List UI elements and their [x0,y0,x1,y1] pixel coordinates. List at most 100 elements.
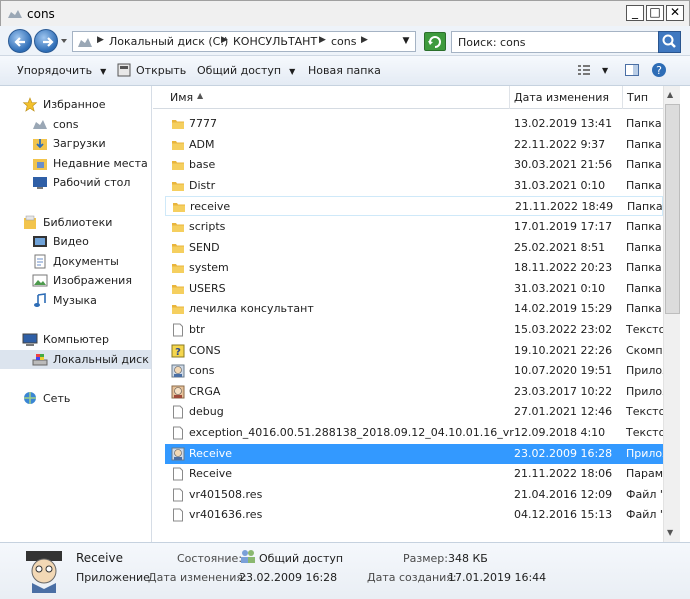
share-label: Общий доступ [197,64,282,77]
nav-network[interactable]: Сеть [0,389,151,408]
column-header-type[interactable]: Тип [623,86,663,109]
table-row[interactable]: USERS 31.03.2021 0:10 Папка с [165,279,671,299]
table-row[interactable]: Receive 21.11.2022 18:06 Параме [165,464,670,484]
folder-icon [172,305,184,315]
table-row[interactable]: CRGA 23.03.2017 10:22 Прилож [165,382,672,402]
maximize-button[interactable]: □ [646,5,664,21]
nav-item-cons[interactable]: cons [0,115,151,134]
help-file-icon: ? [171,344,185,358]
table-row[interactable]: cons 10.07.2020 19:51 Прилож [165,361,672,381]
table-row[interactable]: system 18.11.2022 20:23 Папка с [165,258,671,278]
view-options-icon[interactable] [576,62,592,78]
table-row[interactable]: ? CONS 19.10.2021 22:26 Скомпи [165,341,670,361]
open-button[interactable]: Открыть [136,64,186,77]
file-name: system [189,261,229,275]
refresh-button[interactable] [424,32,446,51]
state-label: Состояние: [177,552,243,565]
back-button[interactable] [8,29,32,53]
nav-item-local-disk[interactable]: Локальный диск (C [0,350,151,369]
table-row[interactable]: vr401636.res 04.12.2016 15:13 Файл "F [165,505,671,525]
nav-item-recent[interactable]: Недавние места [0,154,151,173]
application-icon [171,385,185,399]
nav-item-label: Изображения [53,274,132,287]
table-row[interactable]: base 30.03.2021 21:56 Папка с [165,155,671,175]
table-row[interactable]: лечилка консультант 14.02.2019 15:29 Папка… [165,299,671,319]
nav-item-music[interactable]: Музыка [0,291,151,310]
file-icon [173,323,183,337]
vertical-scrollbar[interactable]: ▲ ▼ [663,86,680,542]
nav-computer[interactable]: Компьютер [0,330,151,349]
new-folder-button[interactable]: Новая папка [308,64,381,77]
nav-item-video[interactable]: Видео [0,232,151,251]
chevron-down-icon[interactable]: ▼ [602,66,608,75]
pictures-icon [32,274,48,287]
shared-users-icon [241,550,255,563]
selected-file-kind: Приложение [76,571,150,584]
breadcrumb-cons[interactable]: cons [331,35,356,48]
column-type-label: Тип [627,91,649,104]
column-date-label: Дата изменения [514,91,609,104]
nav-item-desktop[interactable]: Рабочий стол [0,173,151,192]
close-button[interactable]: ✕ [666,5,684,21]
organize-button[interactable]: Упорядочить ▼ [17,64,106,77]
address-field[interactable]: ▶ Локальный диск (C:) ▶ КОНСУЛЬТАНТ ▶ co… [72,31,416,52]
file-date: 27.01.2021 12:46 [514,405,613,419]
file-icon [173,405,183,419]
chevron-right-icon[interactable]: ▶ [221,35,228,45]
column-header-date[interactable]: Дата изменения [510,86,622,109]
nav-item-downloads[interactable]: Загрузки [0,134,151,153]
search-input[interactable]: Поиск: cons [451,31,681,53]
address-bar: ▶ Локальный диск (C:) ▶ КОНСУЛЬТАНТ ▶ co… [0,26,690,56]
folder-icon [172,223,184,232]
nav-item-pictures[interactable]: Изображения [0,271,151,290]
computer-icon [22,333,38,346]
chevron-down-icon[interactable] [60,37,68,45]
preview-pane-icon[interactable] [624,62,640,78]
file-date: 13.02.2019 13:41 [514,117,613,130]
table-row[interactable]: scripts 17.01.2019 17:17 Папка с [165,217,671,237]
help-icon[interactable]: ? [651,62,667,78]
scroll-up-icon[interactable]: ▲ [667,90,673,99]
forward-button[interactable] [34,29,58,53]
file-date: 31.03.2021 0:10 [514,281,606,295]
folder-icon [172,161,184,171]
column-header-name[interactable]: Имя ▲ [153,86,509,109]
window-title: cons [27,7,55,21]
table-row[interactable]: Receive 23.02.2009 16:28 Прилож [165,443,672,464]
file-name: ADM [189,137,215,151]
size-label: Размер: [403,552,448,565]
search-placeholder: Поиск: cons [458,36,526,49]
table-row[interactable]: SEND 25.02.2021 8:51 Папка с [165,238,671,258]
chevron-right-icon[interactable]: ▶ [319,35,326,45]
table-row[interactable]: btr 15.03.2022 23:02 Текстов [165,320,672,340]
table-row[interactable]: Distr 31.03.2021 0:10 Папка с [165,176,671,196]
folder-icon [172,264,184,274]
breadcrumb-drive[interactable]: Локальный диск (C:) [109,35,228,48]
table-row[interactable]: ADM 22.11.2022 9:37 Папка с [165,135,671,155]
minimize-button[interactable]: _ [626,5,644,21]
share-button[interactable]: Общий доступ ▼ [197,64,295,77]
created-value: 17.01.2019 16:44 [448,571,547,584]
search-button[interactable] [658,31,681,53]
scrollbar-thumb[interactable] [665,104,680,314]
chevron-right-icon[interactable]: ▶ [97,35,104,45]
nav-libraries[interactable]: Библиотеки [0,213,151,232]
file-date: 30.03.2021 21:56 [514,158,613,172]
nav-favorites[interactable]: Избранное [0,95,151,114]
nav-item-documents[interactable]: Документы [0,252,151,271]
table-row[interactable]: 7777 13.02.2019 13:41 Папка с [165,114,671,134]
file-icon [173,508,183,522]
table-row[interactable]: receive 21.11.2022 18:49 Папка с [165,196,672,217]
table-row[interactable]: vr401508.res 21.04.2016 12:09 Файл "F [165,485,671,505]
file-date: 04.12.2016 15:13 [514,508,613,522]
file-date: 15.03.2022 23:02 [514,323,613,336]
table-row[interactable]: debug 27.01.2021 12:46 Текстов [165,402,672,422]
chevron-right-icon[interactable]: ▶ [361,35,368,45]
file-date: 19.10.2021 22:26 [514,343,613,357]
file-name: CRGA [189,384,221,398]
file-date: 31.03.2021 0:10 [514,178,606,192]
chevron-down-icon[interactable]: ▼ [399,34,413,49]
table-row[interactable]: exception_4016.00.51.288138_2018.09.12_0… [165,423,672,443]
breadcrumb-consultant[interactable]: КОНСУЛЬТАНТ [233,35,317,48]
scroll-down-icon[interactable]: ▼ [667,528,673,537]
